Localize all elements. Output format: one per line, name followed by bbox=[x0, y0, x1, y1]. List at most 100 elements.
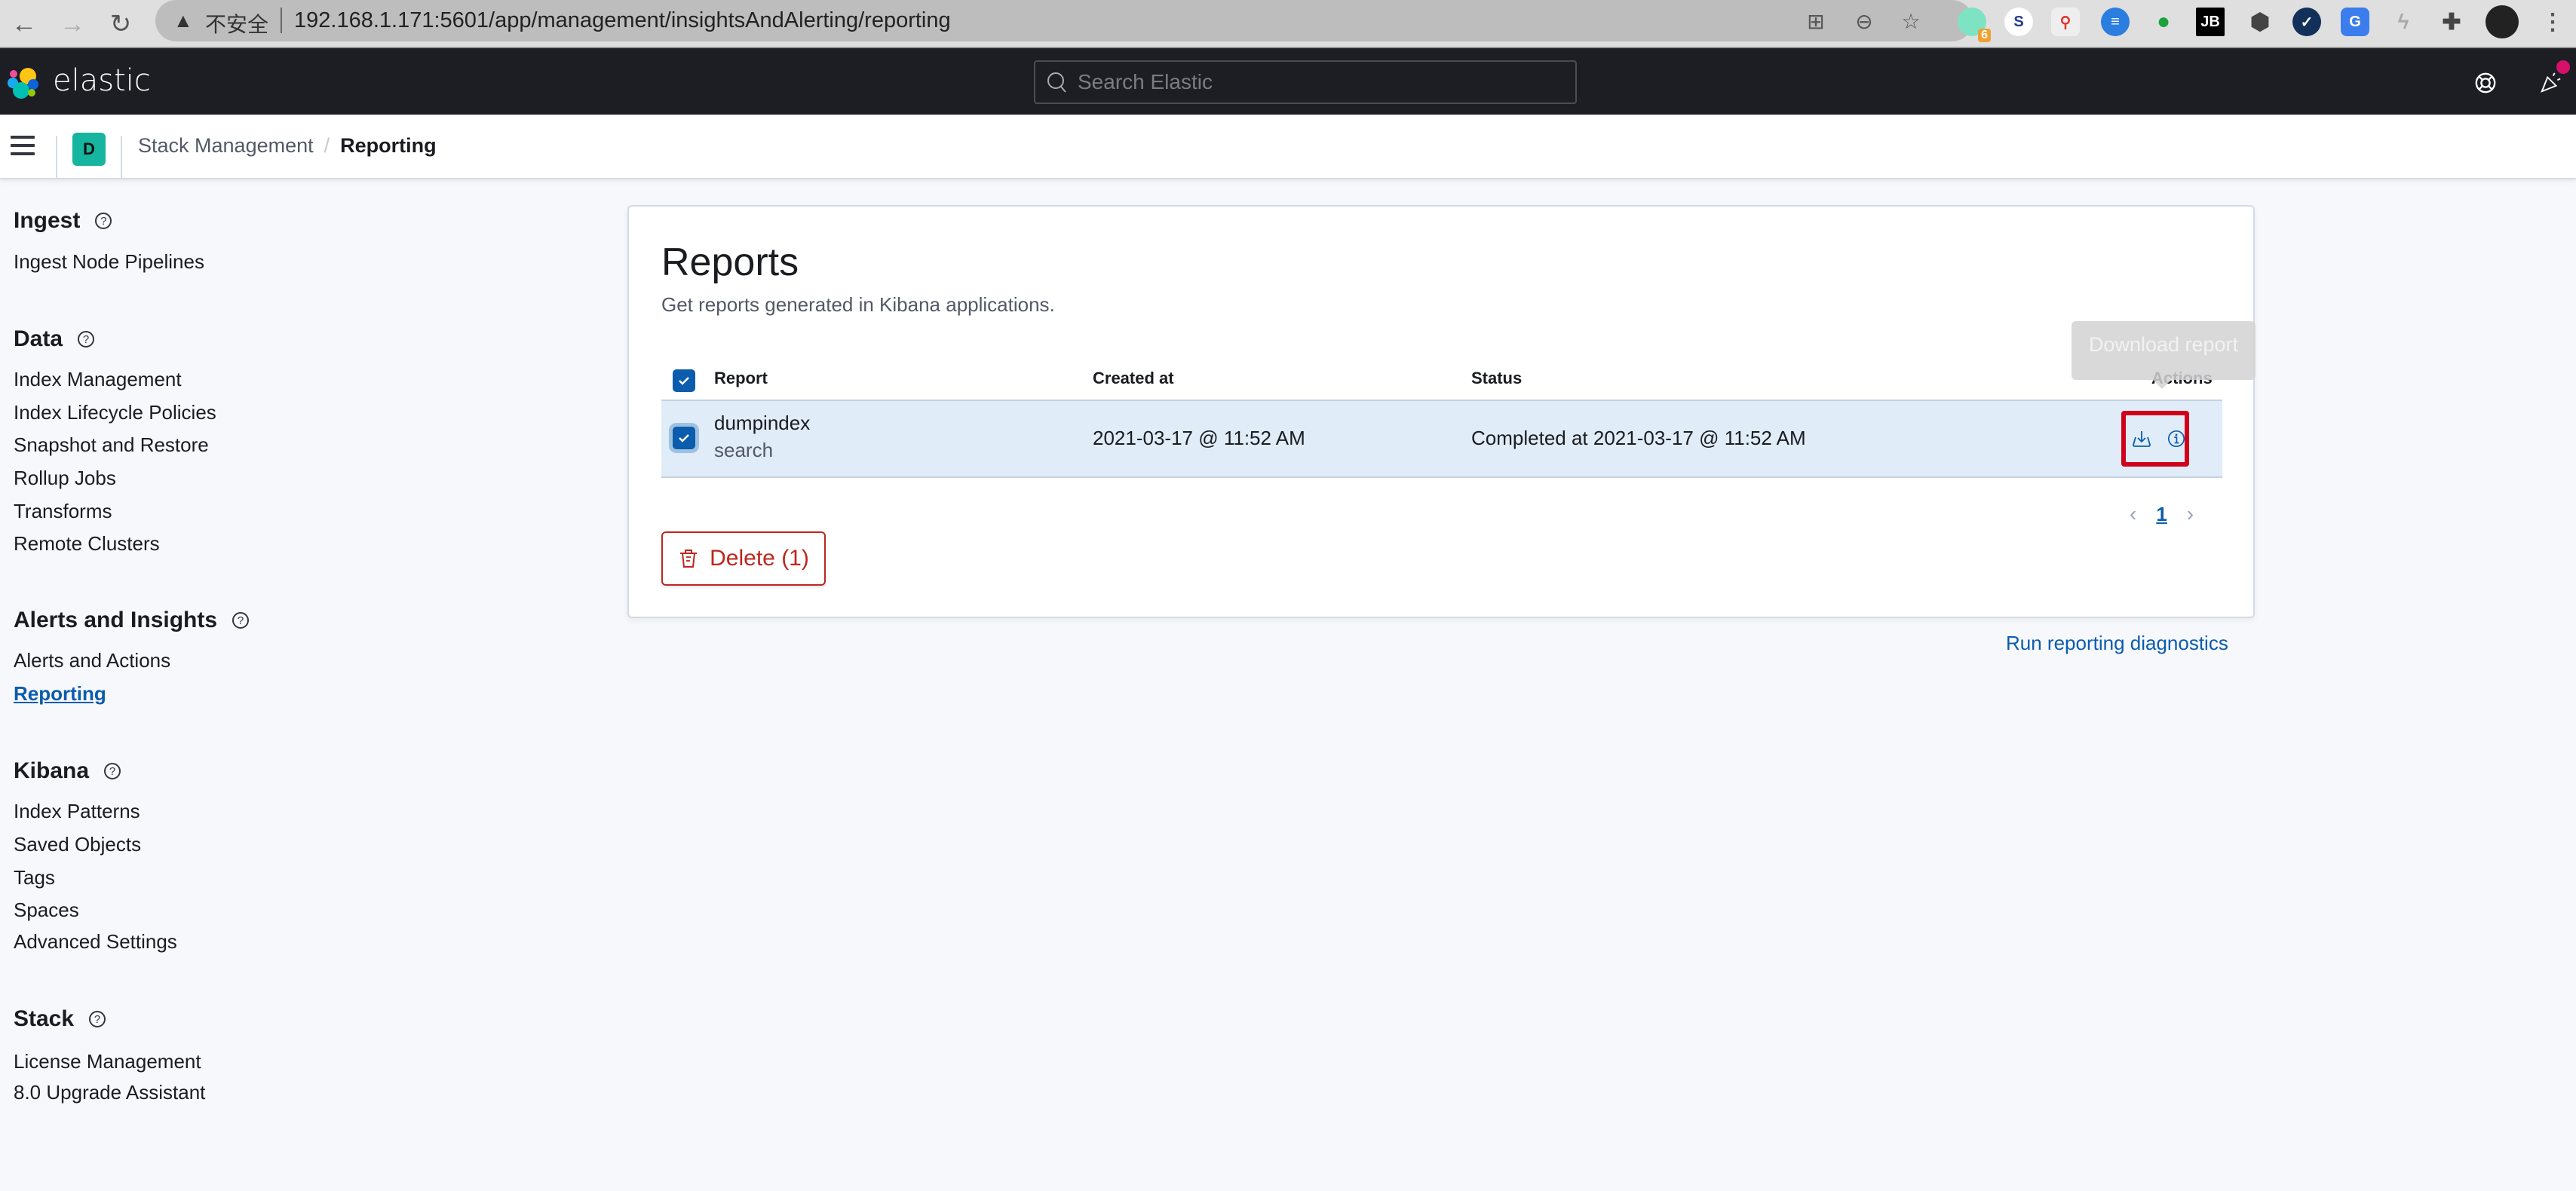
help-icon[interactable]: ? bbox=[95, 213, 112, 229]
management-sidebar: Ingest? Ingest Node Pipelines Data? Inde… bbox=[0, 179, 588, 1191]
extension-badge: 6 bbox=[1978, 29, 1991, 42]
sidebar-item-reporting[interactable]: Reporting bbox=[14, 682, 106, 706]
help-menu-button[interactable] bbox=[2469, 66, 2502, 100]
section-title: Alerts and Insights bbox=[14, 608, 218, 632]
sidebar-item-index-management[interactable]: Index Management bbox=[14, 368, 182, 391]
divider bbox=[121, 136, 122, 179]
sidebar-item-upgrade-assistant[interactable]: 8.0 Upgrade Assistant bbox=[14, 1081, 205, 1104]
menu-toggle-icon[interactable] bbox=[11, 136, 35, 157]
section-heading-alerts-and-insights: Alerts and Insights? bbox=[14, 608, 250, 633]
forward-button[interactable]: → bbox=[54, 6, 90, 42]
help-icon[interactable]: ? bbox=[89, 1011, 106, 1027]
run-diagnostics-link[interactable]: Run reporting diagnostics bbox=[2006, 632, 2228, 655]
checkmark-icon bbox=[679, 377, 689, 385]
news-feed-button[interactable] bbox=[2534, 60, 2570, 100]
evernote-icon[interactable]: ● bbox=[2149, 8, 2178, 36]
download-report-button[interactable] bbox=[2127, 424, 2157, 454]
url-text[interactable]: 192.168.1.171:5601/app/management/insigh… bbox=[294, 8, 951, 33]
sidebar-item-tags[interactable]: Tags bbox=[14, 866, 55, 889]
sidebar-item-spaces[interactable]: Spaces bbox=[14, 899, 79, 922]
lifebuoy-icon bbox=[2475, 72, 2496, 93]
table-row: dumpindex search 2021-03-17 @ 11:52 AM C… bbox=[661, 400, 2222, 478]
google-translate-icon[interactable]: G bbox=[2341, 8, 2369, 36]
column-header-status[interactable]: Status bbox=[1471, 369, 1522, 388]
search-input[interactable] bbox=[1078, 62, 1560, 103]
download-report-tooltip: Download report bbox=[2072, 321, 2256, 389]
report-info-button[interactable] bbox=[2161, 424, 2191, 454]
next-page-icon[interactable]: › bbox=[2187, 502, 2194, 526]
extension-icon-10[interactable]: ϟ bbox=[2389, 8, 2418, 36]
delete-label: Delete (1) bbox=[710, 546, 809, 571]
section-heading-kibana: Kibana? bbox=[14, 758, 121, 784]
sidebar-item-alerts-and-actions[interactable]: Alerts and Actions bbox=[14, 649, 170, 672]
breadcrumb-reporting: Reporting bbox=[340, 134, 437, 157]
sidebar-item-transforms[interactable]: Transforms bbox=[14, 500, 112, 523]
section-heading-stack: Stack? bbox=[14, 1006, 106, 1032]
extension-icon-1[interactable]: 6 bbox=[1958, 8, 1991, 42]
download-icon bbox=[2133, 431, 2151, 447]
page-subtitle: Get reports generated in Kibana applicat… bbox=[661, 293, 1055, 316]
bookmark-star-icon[interactable]: ☆ bbox=[1897, 8, 1924, 35]
sidebar-item-ingest-node-pipelines[interactable]: Ingest Node Pipelines bbox=[14, 250, 204, 274]
info-icon bbox=[2167, 430, 2185, 448]
page-number[interactable]: 1 bbox=[2156, 503, 2167, 526]
breadcrumb-bar: D Stack Management / Reporting bbox=[0, 115, 2576, 179]
trash-icon bbox=[680, 550, 698, 568]
breadcrumb-stack-management[interactable]: Stack Management bbox=[138, 134, 314, 158]
divider bbox=[56, 136, 57, 179]
sidebar-item-index-lifecycle-policies[interactable]: Index Lifecycle Policies bbox=[14, 401, 216, 424]
profile-avatar[interactable] bbox=[2486, 5, 2519, 38]
browser-menu-icon[interactable]: ⋮ bbox=[2538, 8, 2567, 36]
elastic-logo-icon[interactable] bbox=[8, 66, 41, 100]
extension-icon-8[interactable]: ✓ bbox=[2292, 8, 2321, 36]
search-icon bbox=[1047, 72, 1066, 93]
sidebar-item-advanced-settings[interactable]: Advanced Settings bbox=[14, 930, 177, 954]
help-icon[interactable]: ? bbox=[104, 763, 121, 779]
brand-name[interactable]: elastic bbox=[53, 63, 151, 98]
select-all-checkbox[interactable] bbox=[673, 369, 695, 392]
translate-icon[interactable]: ⊞ bbox=[1802, 8, 1829, 35]
sidebar-item-index-patterns[interactable]: Index Patterns bbox=[14, 800, 140, 823]
jetbrains-icon[interactable]: JB bbox=[2196, 8, 2225, 36]
report-name: dumpindex bbox=[714, 412, 811, 434]
report-status: Completed at 2021-03-17 @ 11:52 AM bbox=[1471, 427, 1806, 449]
extension-icon-4[interactable]: ≡ bbox=[2101, 8, 2130, 36]
zoom-icon[interactable]: ⊖ bbox=[1851, 8, 1878, 35]
divider bbox=[281, 8, 282, 33]
extensions-puzzle-icon[interactable]: ✚ bbox=[2437, 8, 2466, 36]
extension-icon-2[interactable]: S bbox=[2004, 8, 2033, 36]
back-button[interactable]: ← bbox=[6, 6, 42, 42]
column-header-created-at[interactable]: Created at bbox=[1093, 369, 1174, 388]
global-search[interactable] bbox=[1034, 60, 1577, 104]
sidebar-item-rollup-jobs[interactable]: Rollup Jobs bbox=[14, 467, 116, 490]
notification-dot bbox=[2556, 60, 2570, 74]
section-title: Ingest bbox=[14, 208, 81, 233]
report-created-at: 2021-03-17 @ 11:52 AM bbox=[1093, 427, 1305, 449]
breadcrumb-separator: / bbox=[324, 134, 330, 157]
sidebar-item-license-management[interactable]: License Management bbox=[14, 1050, 201, 1073]
space-avatar[interactable]: D bbox=[72, 133, 106, 166]
help-icon[interactable]: ? bbox=[232, 612, 250, 629]
page-title: Reports bbox=[661, 240, 799, 284]
warning-icon: ▲ bbox=[173, 9, 193, 32]
sidebar-item-remote-clusters[interactable]: Remote Clusters bbox=[14, 532, 160, 556]
kibana-header: elastic bbox=[0, 48, 2576, 115]
extension-icon-7[interactable]: ⬢ bbox=[2246, 8, 2274, 36]
reload-button[interactable]: ↻ bbox=[103, 6, 139, 42]
row-checkbox[interactable] bbox=[673, 427, 695, 449]
previous-page-icon[interactable]: ‹ bbox=[2130, 502, 2136, 526]
reports-panel: Reports Get reports generated in Kibana … bbox=[627, 205, 2256, 618]
breadcrumb: Stack Management / Reporting bbox=[138, 134, 437, 158]
help-icon[interactable]: ? bbox=[78, 331, 95, 348]
sidebar-item-saved-objects[interactable]: Saved Objects bbox=[14, 833, 141, 856]
browser-toolbar: ← → ↻ ▲ 不安全 192.168.1.171:5601/app/manag… bbox=[0, 0, 2576, 48]
column-header-report[interactable]: Report bbox=[714, 369, 768, 388]
delete-reports-button[interactable]: Delete (1) bbox=[661, 531, 826, 586]
section-heading-ingest: Ingest? bbox=[14, 208, 112, 234]
pagination: ‹ 1 › bbox=[2130, 502, 2194, 526]
sidebar-item-snapshot-and-restore[interactable]: Snapshot and Restore bbox=[14, 433, 209, 457]
extension-icon-3[interactable]: ⚲ bbox=[2051, 8, 2080, 36]
address-bar[interactable]: ▲ 不安全 192.168.1.171:5601/app/management/… bbox=[155, 0, 1973, 41]
table-header: Report Created at Status Actions bbox=[661, 361, 2222, 399]
section-heading-data: Data? bbox=[14, 326, 95, 352]
